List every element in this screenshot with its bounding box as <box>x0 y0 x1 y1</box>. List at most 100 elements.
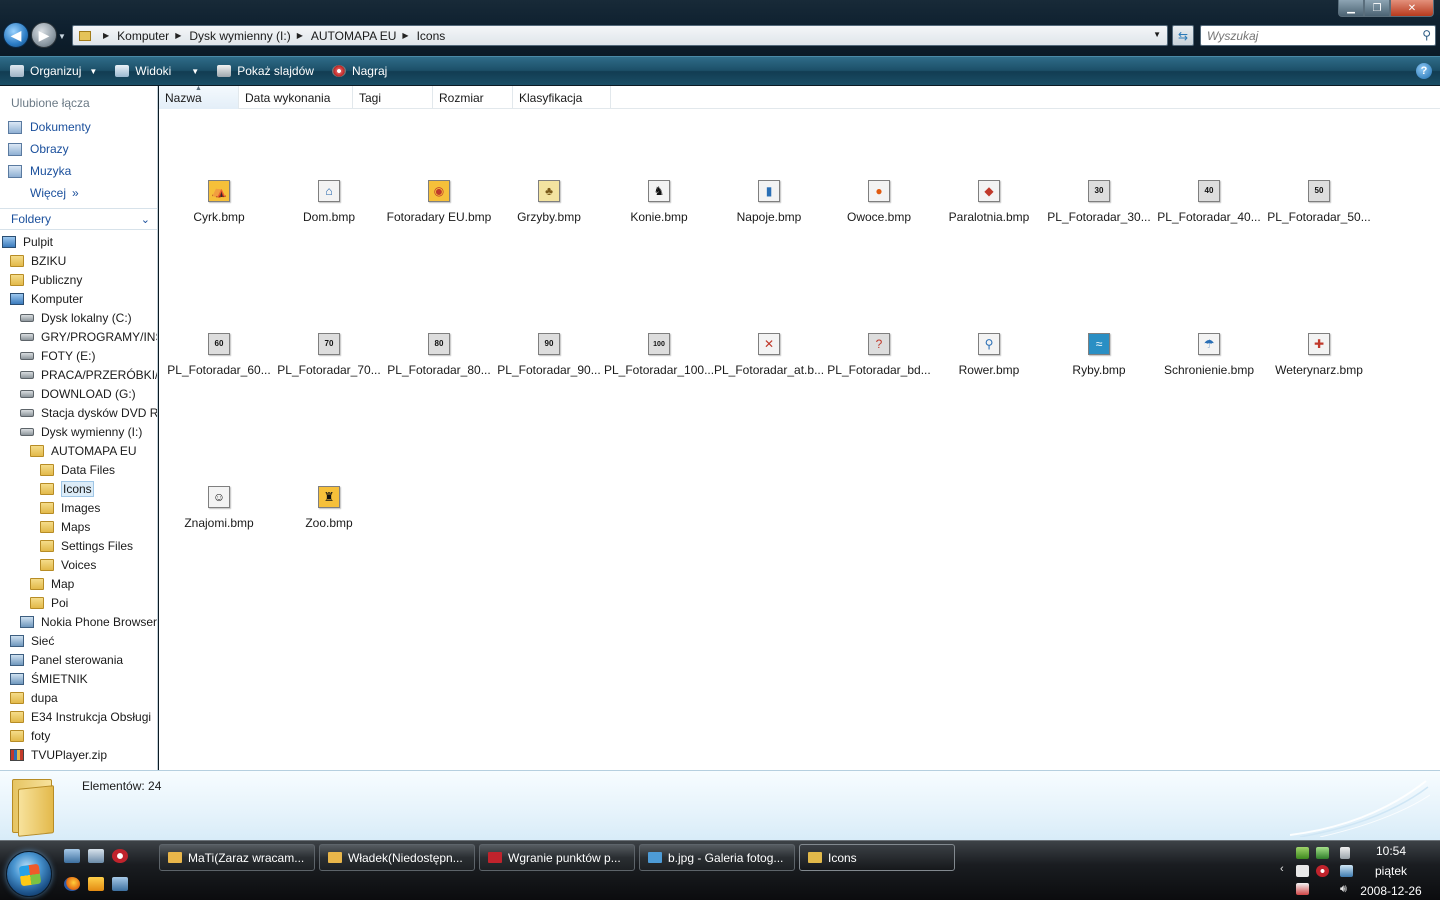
taskbar-button[interactable]: Wgranie punktów p... <box>479 844 635 871</box>
file-item[interactable]: ♜ Zoo.bmp <box>274 486 384 546</box>
file-item[interactable]: ⚲ Rower.bmp <box>934 333 1044 393</box>
safely-remove-icon[interactable] <box>1296 883 1309 895</box>
file-item[interactable]: ☺ Znajomi.bmp <box>164 486 274 546</box>
tree-item[interactable]: Komputer <box>0 289 157 308</box>
file-item[interactable]: 100 PL_Fotoradar_100... <box>604 333 714 393</box>
slideshow-button[interactable]: Pokaż slajdów <box>207 57 322 85</box>
tree-item[interactable]: AUTOMAPA EU <box>0 441 157 460</box>
switch-windows-icon[interactable] <box>88 849 104 863</box>
organize-button[interactable]: Organizuj ▼ <box>0 57 105 85</box>
breadcrumb-item[interactable]: Komputer <box>117 29 169 43</box>
file-item[interactable]: ⛺ Cyrk.bmp <box>164 180 274 240</box>
tree-item[interactable]: Icons <box>0 479 157 498</box>
show-desktop-icon[interactable] <box>64 849 80 863</box>
chevron-right-icon[interactable]: ▶ <box>103 31 109 40</box>
folders-header[interactable]: Foldery ⌄ <box>0 208 157 230</box>
file-item[interactable]: ◆ Paralotnia.bmp <box>934 180 1044 240</box>
tree-item[interactable]: Settings Files <box>0 536 157 555</box>
address-bar[interactable]: ▶ Komputer ▶ Dysk wymienny (I:) ▶ AUTOMA… <box>72 25 1168 46</box>
burn-button[interactable]: Nagraj <box>322 57 395 85</box>
tree-item[interactable]: foty <box>0 726 157 745</box>
network-icon[interactable] <box>112 877 128 891</box>
tree-item[interactable]: Publiczny <box>0 270 157 289</box>
taskbar-button[interactable]: b.jpg - Galeria fotog... <box>639 844 795 871</box>
file-item[interactable]: ⌂ Dom.bmp <box>274 180 384 240</box>
favorite-link-music[interactable]: Muzyka <box>0 160 157 182</box>
file-item[interactable]: ● Owoce.bmp <box>824 180 934 240</box>
tree-item[interactable]: Dysk lokalny (C:) <box>0 308 157 327</box>
more-links[interactable]: Więcej » <box>0 182 157 204</box>
file-item[interactable]: 80 PL_Fotoradar_80... <box>384 333 494 393</box>
favorite-link-documents[interactable]: Dokumenty <box>0 116 157 138</box>
antivirus-icon[interactable] <box>1316 865 1329 877</box>
opera-icon[interactable] <box>112 849 128 863</box>
forward-button[interactable]: ▶ <box>31 22 57 48</box>
breadcrumb-item[interactable]: Icons <box>417 29 446 43</box>
file-item[interactable]: ✚ Weterynarz.bmp <box>1264 333 1374 393</box>
tree-item[interactable]: Map <box>0 574 157 593</box>
back-button[interactable]: ◀ <box>3 22 29 48</box>
file-item[interactable]: 50 PL_Fotoradar_50... <box>1264 180 1374 240</box>
start-button[interactable] <box>6 851 52 897</box>
file-item[interactable]: 90 PL_Fotoradar_90... <box>494 333 604 393</box>
file-item[interactable]: ≈ Ryby.bmp <box>1044 333 1154 393</box>
search-input[interactable] <box>1201 26 1411 45</box>
battery-icon[interactable] <box>1340 847 1350 859</box>
mail-icon[interactable] <box>1296 865 1309 877</box>
file-item[interactable]: ♞ Konie.bmp <box>604 180 714 240</box>
taskbar-button[interactable]: Icons <box>799 844 955 871</box>
tree-item[interactable]: PRACA/PRZERÓBKI/B <box>0 365 157 384</box>
tree-item[interactable]: Data Files <box>0 460 157 479</box>
tree-item[interactable]: Voices <box>0 555 157 574</box>
column-header-size[interactable]: Rozmiar <box>433 86 513 109</box>
file-item[interactable]: 70 PL_Fotoradar_70... <box>274 333 384 393</box>
history-dropdown-icon[interactable]: ▼ <box>58 32 66 41</box>
minimize-button[interactable]: ▁ <box>1338 0 1364 17</box>
tree-item[interactable]: TVUPlayer.zip <box>0 745 157 764</box>
tree-item[interactable]: GRY/PROGRAMY/INS <box>0 327 157 346</box>
tray-app-icon[interactable] <box>1316 847 1329 859</box>
chevron-down-icon[interactable]: ⌄ <box>141 213 150 226</box>
file-item[interactable]: ✕ PL_Fotoradar_at.b... <box>714 333 824 393</box>
file-item[interactable]: ? PL_Fotoradar_bd... <box>824 333 934 393</box>
maximize-button[interactable]: ❐ <box>1364 0 1390 17</box>
tree-item[interactable]: dupa <box>0 688 157 707</box>
tree-item[interactable]: DOWNLOAD (G:) <box>0 384 157 403</box>
file-item[interactable]: ☂ Schronienie.bmp <box>1154 333 1264 393</box>
tree-item[interactable]: BZIKU <box>0 251 157 270</box>
tree-item[interactable]: Images <box>0 498 157 517</box>
chevron-right-icon[interactable]: ▶ <box>175 31 181 40</box>
file-item[interactable]: ▮ Napoje.bmp <box>714 180 824 240</box>
chevron-right-icon[interactable]: ▶ <box>297 31 303 40</box>
column-header-date[interactable]: Data wykonania <box>239 86 353 109</box>
favorite-link-pictures[interactable]: Obrazy <box>0 138 157 160</box>
tree-item[interactable]: ŚMIETNIK <box>0 669 157 688</box>
tree-item[interactable]: FOTY (E:) <box>0 346 157 365</box>
help-icon[interactable]: ? <box>1416 63 1432 79</box>
column-header-rating[interactable]: Klasyfikacja <box>513 86 611 109</box>
media-player-icon[interactable] <box>88 877 104 891</box>
firefox-icon[interactable] <box>64 877 80 891</box>
tree-item[interactable]: Sieć <box>0 631 157 650</box>
file-item[interactable]: ♣ Grzyby.bmp <box>494 180 604 240</box>
tree-item[interactable]: Maps <box>0 517 157 536</box>
column-header-name[interactable]: ▲ Nazwa <box>159 85 239 109</box>
breadcrumb-item[interactable]: AUTOMAPA EU <box>311 29 397 43</box>
breadcrumb-item[interactable]: Dysk wymienny (I:) <box>189 29 290 43</box>
file-item[interactable]: 30 PL_Fotoradar_30... <box>1044 180 1154 240</box>
file-item[interactable]: 60 PL_Fotoradar_60... <box>164 333 274 393</box>
taskbar-button[interactable]: MaTi(Zaraz wracam... <box>159 844 315 871</box>
tray-app-icon[interactable] <box>1296 847 1309 859</box>
file-item[interactable]: ◉ Fotoradary EU.bmp <box>384 180 494 240</box>
clock[interactable]: 10:54 piątek 2008-12-26 <box>1356 841 1426 900</box>
tree-item[interactable]: Pulpit <box>0 232 157 251</box>
refresh-button[interactable]: ⇆ <box>1172 25 1194 46</box>
tree-item[interactable]: Panel sterowania <box>0 650 157 669</box>
chevron-left-icon[interactable]: ‹ <box>1280 863 1284 875</box>
tree-item[interactable]: Dysk wymienny (I:) <box>0 422 157 441</box>
column-header-tags[interactable]: Tagi <box>353 86 433 109</box>
tree-item[interactable]: Nokia Phone Browser <box>0 612 157 631</box>
tree-item[interactable]: E34 Instrukcja Obsługi <box>0 707 157 726</box>
tree-item[interactable]: Stacja dysków DVD R\ <box>0 403 157 422</box>
chevron-right-icon[interactable]: ▶ <box>402 31 408 40</box>
